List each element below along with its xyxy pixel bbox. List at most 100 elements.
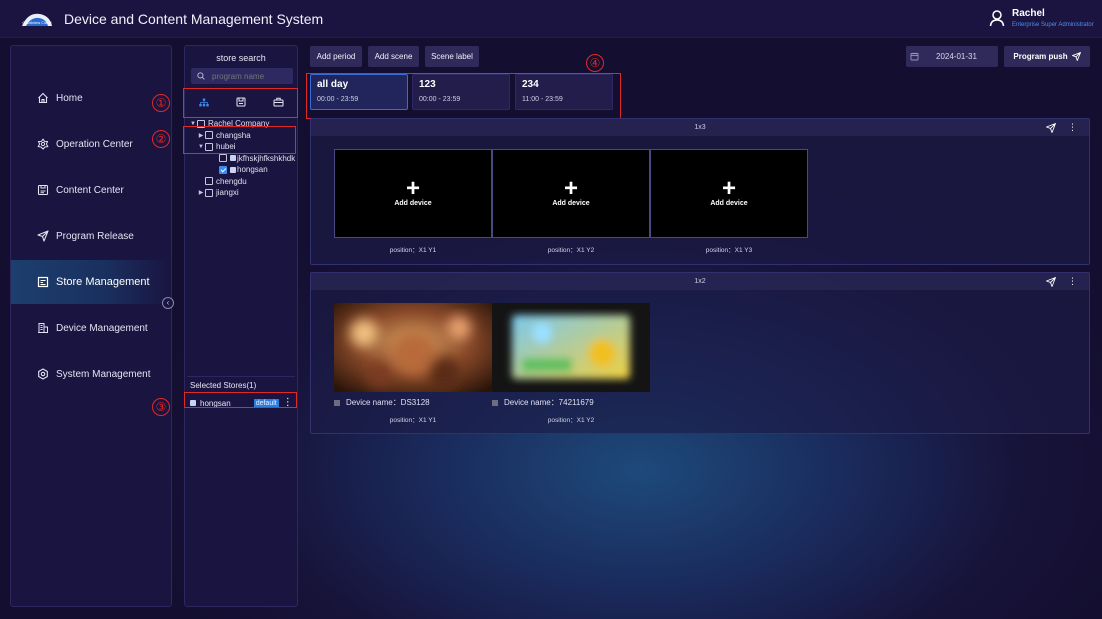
store-item-icon [230, 166, 236, 173]
device-icon [38, 323, 48, 333]
annotation-box-3 [184, 392, 297, 408]
sidebar-item-device-management[interactable]: Device Management [11, 306, 171, 350]
tree-node-label: jiangxi [216, 188, 239, 198]
sidebar-item-program-release[interactable]: Program Release [11, 214, 171, 258]
annotation-number: ① [152, 94, 170, 112]
settings-icon [38, 368, 48, 380]
sidebar-item-label: Program Release [56, 230, 134, 242]
device-name-text: Device name：DS3128 [346, 398, 430, 407]
device-preview-thumbnail[interactable] [492, 303, 650, 392]
store-item-icon [230, 155, 236, 162]
blurred-content-image [492, 303, 650, 392]
send-icon[interactable] [1046, 276, 1056, 287]
annotation-number: ③ [152, 398, 170, 416]
period-name: 234 [522, 79, 539, 90]
period-name: 123 [419, 79, 436, 90]
scene-actions: ⋮ [1046, 119, 1077, 136]
app-logo: Goodview Cloud [16, 6, 58, 32]
send-icon[interactable] [1046, 122, 1056, 133]
period-time: 00:00 - 23:59 [419, 96, 461, 103]
scene-layout-label: 1x3 [694, 124, 706, 131]
selected-stores-title: Selected Stores(1) [190, 381, 257, 390]
period-card[interactable]: all day 00:00 - 23:59 [310, 74, 408, 110]
caret-right-icon[interactable]: ▶ [197, 189, 205, 196]
period-time: 11:00 - 23:59 [522, 96, 563, 103]
add-device-slot[interactable]: + Add device [650, 149, 808, 238]
calendar-icon [910, 52, 919, 61]
device-status-indicator [334, 399, 340, 406]
device-preview-thumbnail[interactable] [334, 303, 492, 392]
sidebar-item-operation-center[interactable]: Operation Center [11, 122, 171, 166]
slot-position: position：X1 Y2 [547, 247, 595, 254]
tree-node-label: jkfhskjhfkshkhdk [237, 153, 296, 163]
plus-icon: + [405, 175, 420, 202]
store-search-input[interactable] [212, 71, 282, 81]
content-icon [37, 184, 49, 196]
tree-node-store[interactable]: jkfhskjhfkshkhdk [189, 153, 297, 165]
add-period-button[interactable]: Add period [310, 46, 362, 67]
logo-wordmark: Goodview Cloud [22, 21, 51, 25]
tree-node-jiangxi[interactable]: ▶ jiangxi [189, 187, 297, 199]
sidebar-item-label: Operation Center [56, 138, 133, 150]
program-push-button[interactable]: Program push [1004, 46, 1090, 67]
tree-node-store[interactable]: hongsan [189, 164, 297, 176]
store-panel-title: store search [216, 53, 266, 63]
sidebar-item-content-center[interactable]: Content Center [11, 168, 171, 212]
operation-icon [37, 138, 49, 150]
collapse-sidebar-button[interactable]: ‹ [162, 297, 174, 309]
top-bar: Goodview Cloud Device and Content Manage… [0, 0, 1102, 38]
sidebar: Home Operation Center Content Center Pro… [10, 45, 172, 607]
blurred-content-image [334, 303, 492, 392]
tree-node-label: hongsan [237, 165, 268, 175]
scene-actions: ⋮ [1046, 273, 1077, 290]
sidebar-item-label: Home [56, 92, 83, 104]
scene-label-button[interactable]: Scene label [425, 46, 479, 67]
user-name[interactable]: Rachel [1012, 8, 1045, 19]
sidebar-item-system-management[interactable]: System Management [11, 352, 171, 396]
user-icon[interactable] [989, 9, 1005, 27]
tree-node-label: chengdu [216, 176, 247, 186]
sidebar-item-label: Content Center [56, 184, 124, 196]
slot-position: position：X1 Y1 [389, 247, 437, 254]
checkbox-checked[interactable] [219, 165, 227, 174]
sidebar-item-home[interactable]: Home [11, 76, 171, 120]
device-name-text: Device name：74211679 [504, 398, 594, 407]
period-time: 00:00 - 23:59 [317, 96, 359, 103]
device-status-indicator [492, 399, 498, 406]
annotation-number: ④ [586, 54, 604, 72]
checkbox[interactable] [205, 188, 213, 197]
send-icon [1071, 52, 1081, 61]
sidebar-item-label: System Management [56, 368, 151, 380]
store-search-box[interactable] [191, 68, 293, 84]
slot-position: position：X1 Y1 [389, 417, 437, 424]
scene-layout-label: 1x2 [694, 278, 706, 285]
annotation-box-2 [183, 126, 296, 154]
plus-icon: + [563, 175, 578, 202]
add-device-slot[interactable]: + Add device [492, 149, 650, 238]
scene-panel: 1x2 ⋮ Device name：DS3128 Device name：742… [310, 272, 1090, 434]
program-push-label: Program push [1013, 52, 1068, 61]
scene-panel: 1x3 ⋮ + Add device + Add device + Add de… [310, 118, 1090, 265]
send-icon [37, 230, 49, 242]
checkbox[interactable] [205, 177, 213, 186]
period-card[interactable]: 234 11:00 - 23:59 [515, 74, 613, 110]
add-device-label: Add device [552, 200, 590, 207]
annotation-number: ② [152, 130, 170, 148]
logo-icon: Goodview Cloud [22, 13, 52, 26]
period-name: all day [317, 79, 349, 90]
sidebar-item-label: Store Management [56, 276, 150, 288]
date-picker[interactable]: 2024-01-31 [906, 46, 998, 67]
tree-node-chengdu[interactable]: chengdu [189, 176, 297, 188]
search-icon [197, 72, 205, 80]
sidebar-item-store-management[interactable]: Store Management [11, 260, 171, 304]
store-icon [37, 276, 49, 288]
add-device-slot[interactable]: + Add device [334, 149, 492, 238]
add-scene-button[interactable]: Add scene [368, 46, 419, 67]
add-device-label: Add device [394, 200, 432, 207]
checkbox[interactable] [219, 154, 227, 163]
more-vertical-icon[interactable]: ⋮ [1068, 119, 1077, 136]
more-vertical-icon[interactable]: ⋮ [1068, 273, 1077, 290]
slot-position: position：X1 Y3 [705, 247, 753, 254]
add-device-label: Add device [710, 200, 748, 207]
period-card[interactable]: 123 00:00 - 23:59 [412, 74, 510, 110]
